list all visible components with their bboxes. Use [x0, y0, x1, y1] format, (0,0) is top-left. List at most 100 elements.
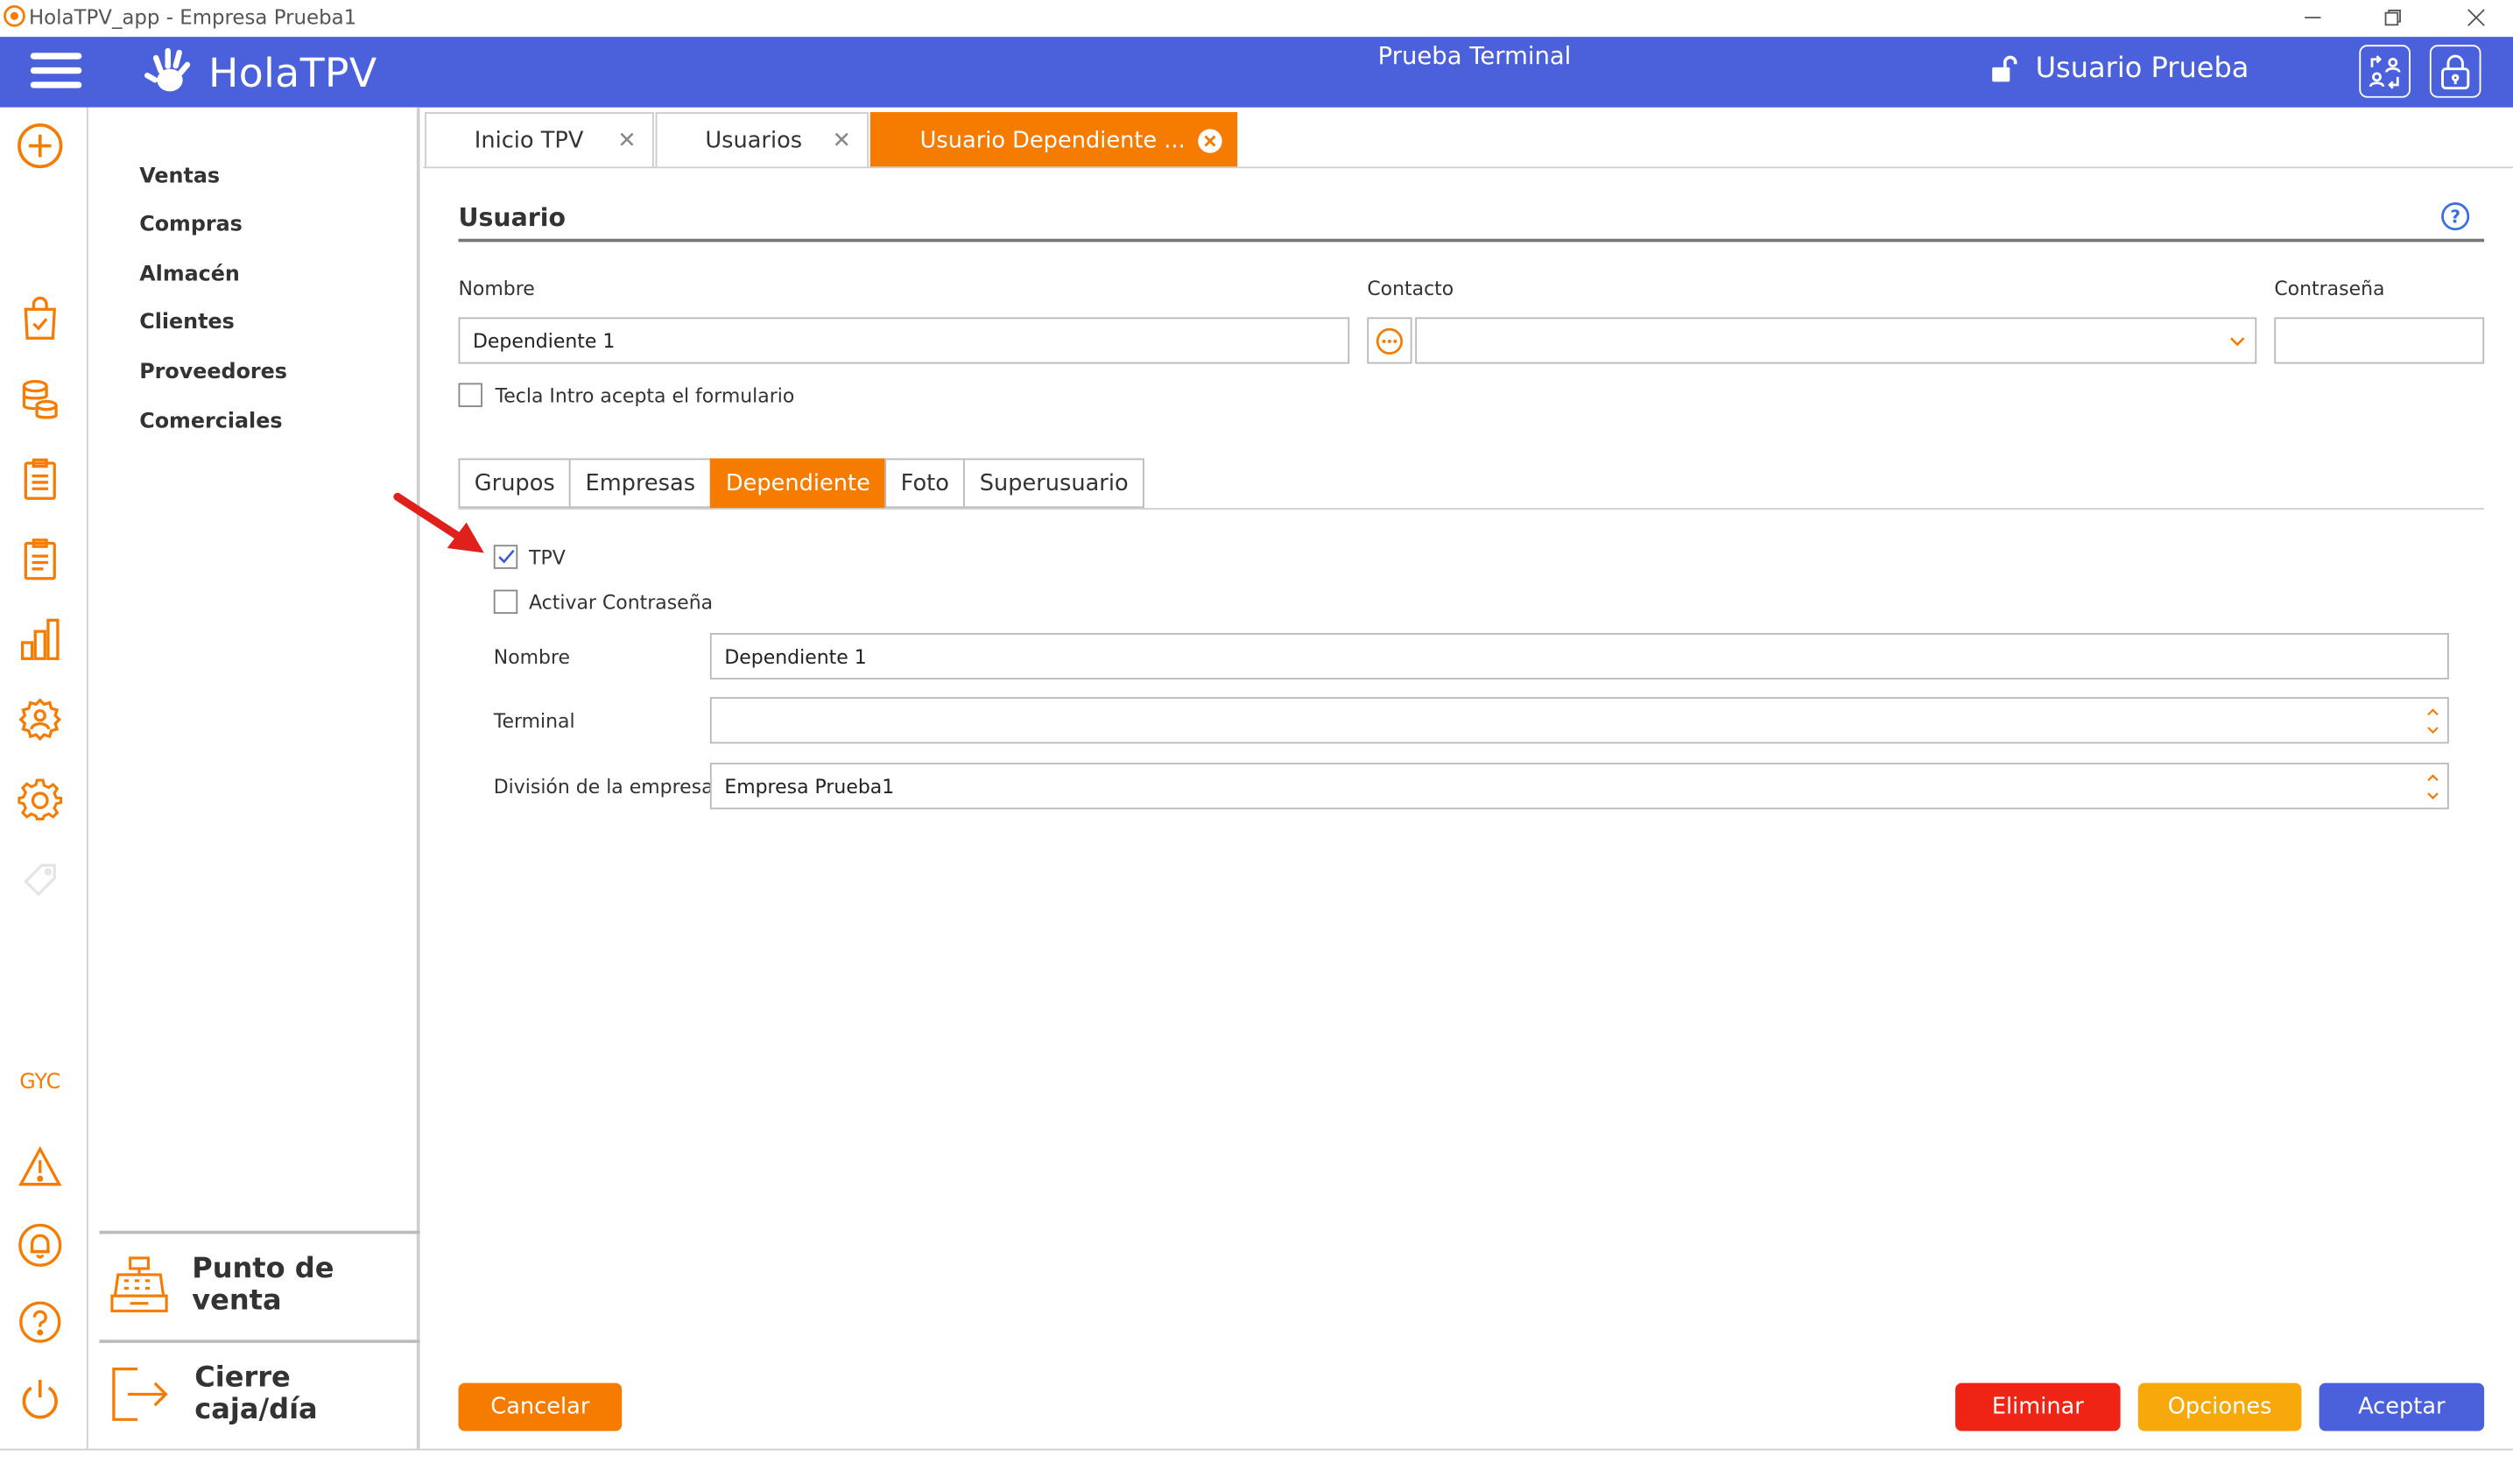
- side-menu: Ventas Compras Almacén Clientes Proveedo…: [89, 107, 420, 1449]
- menu-item-comerciales[interactable]: Comerciales: [139, 411, 282, 434]
- red-arrow-icon: [393, 492, 484, 553]
- user-name: Usuario Prueba: [2035, 53, 2249, 86]
- opciones-button[interactable]: Opciones: [2137, 1382, 2302, 1431]
- rail-etiquetas[interactable]: [13, 853, 67, 907]
- restore-button[interactable]: [2356, 0, 2430, 35]
- tag-icon: [23, 863, 56, 897]
- app-logo-icon: [4, 4, 25, 27]
- dep-nombre-input[interactable]: Dependiente 1: [709, 633, 2449, 680]
- bell-icon: [18, 1223, 62, 1267]
- close-tab-icon[interactable]: [1197, 128, 1222, 153]
- gear-icon: [18, 778, 63, 820]
- user-area[interactable]: Usuario Prueba: [1988, 53, 2249, 85]
- eliminar-button[interactable]: Eliminar: [1955, 1382, 2121, 1431]
- contacto-browse-button[interactable]: [1367, 317, 1412, 364]
- menu-item-clientes[interactable]: Clientes: [139, 311, 235, 334]
- spinner-arrows-icon[interactable]: [2425, 704, 2440, 739]
- brand-logo: HolaTPV: [144, 45, 377, 99]
- lock-icon: [2441, 53, 2470, 89]
- tab-foto[interactable]: Foto: [884, 458, 966, 509]
- warning-icon: [18, 1145, 62, 1186]
- brand-name: HolaTPV: [208, 48, 377, 95]
- exit-icon: [112, 1367, 168, 1421]
- tab-superusuario[interactable]: Superusuario: [963, 458, 1144, 509]
- dep-nombre-label: Nombre: [493, 645, 571, 669]
- switch-user-icon: [2369, 54, 2401, 88]
- rail-informes[interactable]: [13, 612, 67, 666]
- rail-documentos[interactable]: [13, 532, 67, 587]
- rail-alertas[interactable]: [13, 1139, 67, 1193]
- punto-de-venta-label: Punto de venta: [192, 1253, 334, 1318]
- cierre-caja-button[interactable]: Cierre caja/día: [99, 1340, 420, 1445]
- inner-tabs-divider: [458, 508, 2485, 510]
- power-icon: [22, 1379, 58, 1419]
- user-gear-icon: [18, 698, 62, 742]
- menu-item-compras[interactable]: Compras: [139, 213, 243, 236]
- rail-configuracion[interactable]: [13, 772, 67, 826]
- more-options-icon: [1376, 327, 1404, 355]
- add-button[interactable]: [13, 118, 67, 172]
- restore-icon: [2384, 9, 2401, 26]
- division-label: División de la empresa: [493, 775, 714, 798]
- contacto-label: Contacto: [1367, 277, 1454, 300]
- window-title-bar: HolaTPV_app - Empresa Prueba1: [0, 0, 2513, 38]
- switch-user-button[interactable]: [2359, 45, 2411, 98]
- checkmark-icon: [497, 549, 514, 564]
- minimize-button[interactable]: [2276, 0, 2349, 35]
- document-tabs: Inicio TPV ✕ Usuarios ✕ Usuario Dependie…: [425, 112, 1239, 167]
- inner-tabs: Grupos Empresas Dependiente Foto Superus…: [458, 458, 1144, 509]
- aceptar-button[interactable]: Aceptar: [2319, 1382, 2485, 1431]
- close-tab-icon[interactable]: ✕: [832, 128, 850, 153]
- svg-text:?: ?: [2450, 206, 2460, 227]
- spinner-arrows-icon[interactable]: [2425, 770, 2440, 805]
- rail-usuarios-config[interactable]: [13, 693, 67, 747]
- nombre-label: Nombre: [458, 277, 535, 300]
- rail-caja[interactable]: [13, 372, 67, 426]
- tecla-intro-label: Tecla Intro acepta el formulario: [495, 384, 795, 407]
- clipboard-list-icon: [24, 538, 56, 580]
- tab-label: Usuario Dependiente ...: [919, 127, 1186, 153]
- help-circle-icon: [19, 1301, 61, 1343]
- tab-dependiente[interactable]: Dependiente: [709, 458, 887, 509]
- tab-usuario-dependiente[interactable]: Usuario Dependiente ...: [869, 112, 1238, 167]
- coins-icon: [22, 379, 58, 419]
- plus-circle-icon: [18, 123, 63, 169]
- tecla-intro-checkbox[interactable]: [458, 383, 482, 407]
- nombre-input[interactable]: Dependiente 1: [458, 317, 1350, 364]
- contrasena-input[interactable]: [2274, 317, 2485, 364]
- tab-usuarios[interactable]: Usuarios ✕: [655, 112, 869, 167]
- tab-empresas[interactable]: Empresas: [569, 458, 712, 509]
- tab-inicio-tpv[interactable]: Inicio TPV ✕: [425, 112, 654, 167]
- cash-register-icon: [110, 1256, 168, 1312]
- help-icon[interactable]: ?: [2441, 202, 2470, 231]
- cancelar-button[interactable]: Cancelar: [458, 1382, 623, 1431]
- terminal-input[interactable]: [709, 697, 2449, 744]
- lock-screen-button[interactable]: [2429, 45, 2481, 98]
- division-value: Empresa Prueba1: [724, 774, 895, 798]
- tpv-checkbox[interactable]: [493, 545, 518, 569]
- rail-ayuda[interactable]: [13, 1295, 67, 1349]
- terminal-name: Prueba Terminal: [1377, 41, 1572, 71]
- menu-item-ventas[interactable]: Ventas: [139, 165, 220, 189]
- close-window-button[interactable]: [2439, 0, 2513, 35]
- gyc-label[interactable]: GYC: [0, 1071, 81, 1094]
- icon-rail: GYC: [0, 107, 88, 1449]
- rail-ventas[interactable]: [13, 292, 67, 346]
- punto-de-venta-button[interactable]: Punto de venta: [99, 1230, 420, 1337]
- section-underline: [458, 238, 2485, 242]
- rail-salir[interactable]: [13, 1372, 67, 1426]
- menu-item-almacen[interactable]: Almacén: [139, 263, 240, 286]
- close-tab-icon[interactable]: ✕: [617, 128, 636, 153]
- minimize-icon: [2305, 17, 2321, 19]
- rail-almacen[interactable]: [13, 452, 67, 506]
- contacto-select[interactable]: [1415, 317, 2257, 364]
- division-input[interactable]: Empresa Prueba1: [709, 763, 2449, 810]
- bottom-border: [0, 1448, 2513, 1451]
- activar-contrasena-checkbox[interactable]: [493, 589, 518, 615]
- rail-notificaciones[interactable]: [13, 1218, 67, 1272]
- hamburger-menu-button[interactable]: [25, 50, 87, 95]
- unlock-icon: [1992, 55, 2017, 82]
- menu-item-proveedores[interactable]: Proveedores: [139, 361, 287, 384]
- tab-label: Usuarios: [705, 127, 803, 153]
- clipboard-icon: [24, 458, 56, 500]
